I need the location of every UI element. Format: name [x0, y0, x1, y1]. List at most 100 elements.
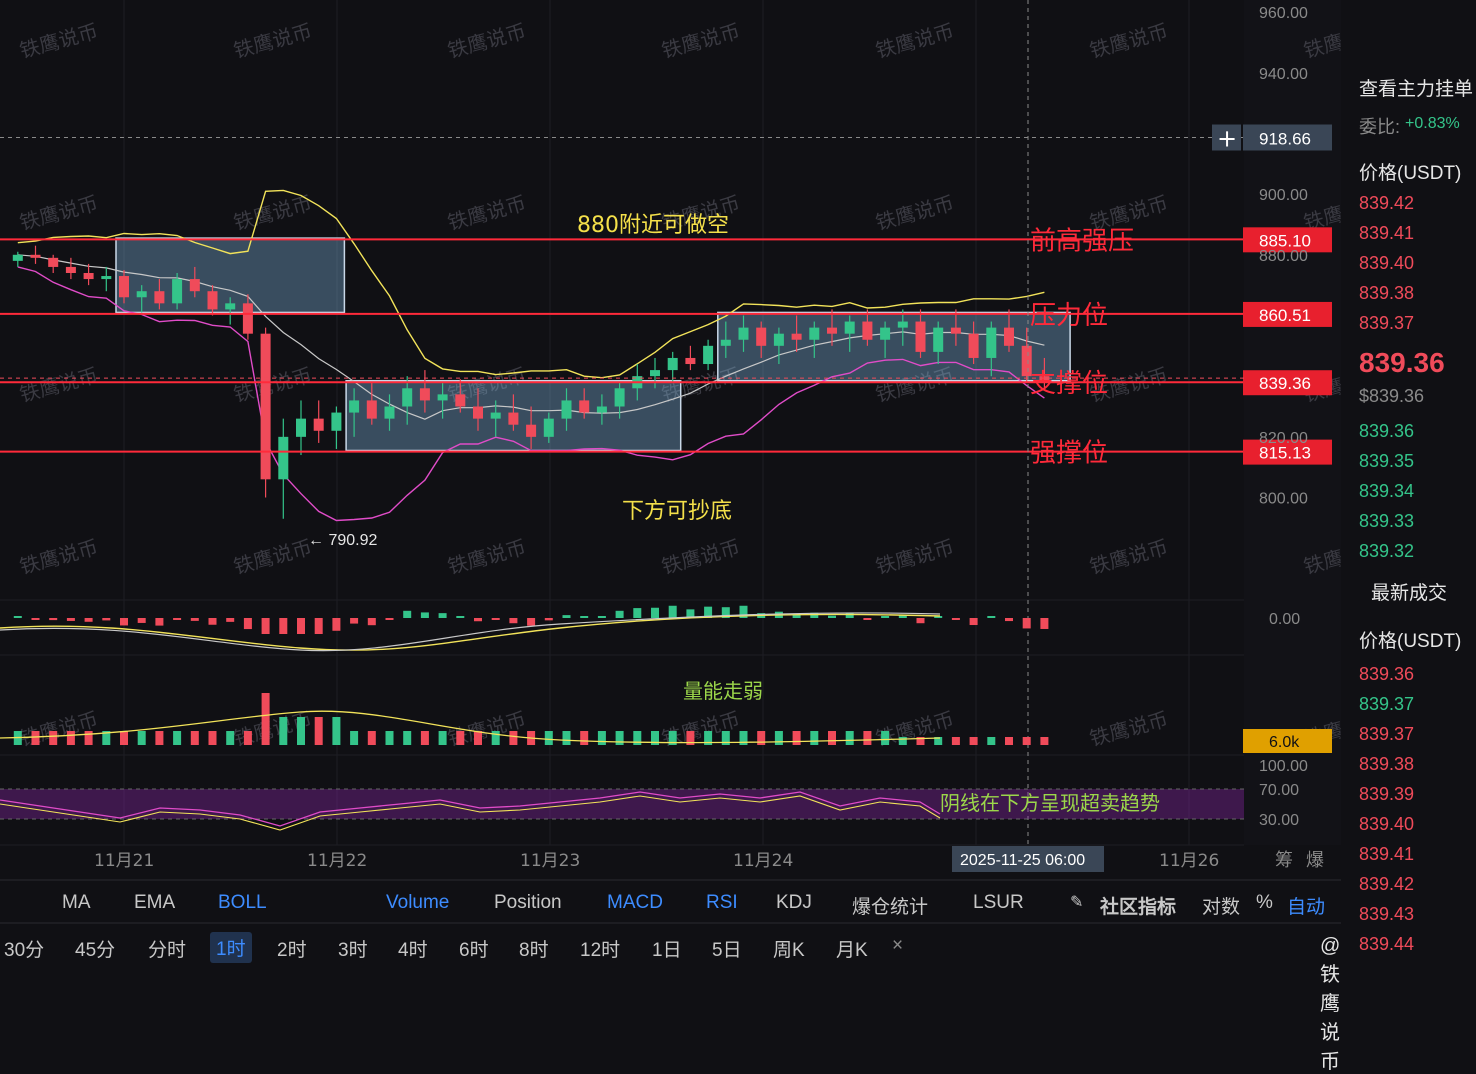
interval-30m[interactable]: 30分	[4, 935, 44, 962]
interval-45m[interactable]: 45分	[75, 935, 115, 962]
macd-bar	[13, 616, 22, 618]
volume-bar	[66, 731, 75, 745]
macd-bar	[633, 608, 642, 618]
interval-12h[interactable]: 12时	[580, 935, 620, 962]
price-chart[interactable]: 铁鹰说币 铁鹰说币 铁鹰说币 铁鹰说币 铁鹰说币 铁鹰说币 铁鹰说币铁鹰说币 铁鹰说币 铁鹰说币…	[0, 0, 1341, 983]
volume-bar	[403, 731, 412, 745]
volume-bar	[84, 731, 93, 745]
macd-bar	[243, 618, 252, 630]
indicator-ma[interactable]: MA	[62, 892, 91, 914]
bid-row[interactable]: 839.34	[1359, 481, 1414, 502]
interval-6h[interactable]: 6时	[459, 935, 489, 962]
interval-4h[interactable]: 4时	[398, 935, 428, 962]
ask-row[interactable]: 839.42	[1359, 193, 1414, 214]
macd-bar	[668, 605, 677, 618]
brand-logo: @铁鹰说币	[1320, 935, 1341, 1073]
trade-row[interactable]: 839.39	[1359, 784, 1414, 805]
price-tick: 880.00	[1259, 248, 1308, 265]
indicator-macd[interactable]: MACD	[607, 892, 663, 914]
interval-2h[interactable]: 2时	[277, 935, 307, 962]
candle-body	[950, 327, 961, 334]
volume-bar	[828, 731, 836, 745]
trade-row[interactable]: 839.43	[1359, 904, 1414, 925]
candle-body	[242, 303, 253, 334]
volume-bar	[332, 717, 341, 745]
trade-row[interactable]: 839.42	[1359, 874, 1414, 895]
macd-bar	[881, 616, 890, 618]
edit-icon[interactable]: ✎	[1070, 892, 1083, 912]
candle-body	[809, 327, 820, 340]
indicator-position[interactable]: Position	[494, 892, 562, 914]
volume-bar	[190, 731, 199, 745]
interval-week[interactable]: 周K	[773, 935, 805, 962]
close-icon[interactable]: ×	[892, 935, 903, 957]
interval-month[interactable]: 月K	[836, 935, 868, 962]
trade-row[interactable]: 839.37	[1359, 724, 1414, 745]
volume-bar	[1040, 737, 1049, 745]
trade-row[interactable]: 839.36	[1359, 664, 1414, 685]
volume-bar	[544, 731, 553, 745]
macd-bar	[190, 618, 199, 621]
volume-bar	[969, 737, 978, 745]
trade-row[interactable]: 839.40	[1359, 814, 1414, 835]
candle-body	[402, 388, 413, 407]
volume-bar	[226, 731, 235, 745]
indicator-boll[interactable]: BOLL	[218, 892, 267, 914]
indicator-volume[interactable]: Volume	[386, 892, 449, 914]
trade-row[interactable]: 839.38	[1359, 754, 1414, 775]
candle-body	[685, 357, 696, 365]
percent-toggle[interactable]: %	[1256, 892, 1273, 914]
time-tick: 11月21	[94, 851, 154, 871]
candle-body	[791, 333, 802, 340]
interval-5d[interactable]: 5日	[712, 935, 742, 962]
interval-1d[interactable]: 1日	[652, 935, 682, 962]
ask-row[interactable]: 839.40	[1359, 253, 1414, 274]
indicator-liquidation[interactable]: 爆仓统计	[852, 892, 928, 919]
community-indicators[interactable]: 社区指标	[1100, 892, 1176, 919]
indicator-kdj[interactable]: KDJ	[776, 892, 812, 914]
macd-bar	[297, 618, 305, 634]
interval-3h[interactable]: 3时	[338, 935, 368, 962]
indicator-ema[interactable]: EMA	[134, 892, 175, 914]
crosshair-time: 2025-11-25 06:00	[960, 852, 1085, 869]
volume-bar	[137, 731, 146, 745]
macd-bar	[84, 618, 93, 622]
macd-bar	[350, 618, 359, 624]
volume-bar	[987, 737, 996, 745]
candle-body	[349, 400, 360, 413]
interval-timeshare[interactable]: 分时	[148, 935, 186, 962]
bid-row[interactable]: 839.35	[1359, 451, 1414, 472]
candle-body	[650, 370, 660, 377]
bid-row[interactable]: 839.36	[1359, 421, 1414, 442]
log-scale-toggle[interactable]: 对数	[1202, 892, 1240, 919]
indicator-rsi[interactable]: RSI	[706, 892, 738, 914]
candle-body	[384, 406, 395, 419]
candle-body	[419, 388, 430, 401]
candle-body	[172, 279, 183, 304]
volume-bar	[155, 731, 164, 745]
trade-row[interactable]: 839.37	[1359, 694, 1414, 715]
trade-row[interactable]: 839.41	[1359, 844, 1414, 865]
macd-bar	[226, 618, 235, 622]
volume-bar	[243, 731, 252, 745]
macd-bar	[456, 616, 465, 618]
indicator-lsur[interactable]: LSUR	[973, 892, 1024, 914]
volume-bar	[757, 731, 766, 745]
candle-body	[827, 327, 837, 334]
main-orders-title[interactable]: 查看主力挂单	[1359, 74, 1473, 101]
interval-8h[interactable]: 8时	[519, 935, 549, 962]
level-label: 压力位	[1030, 301, 1108, 331]
ask-row[interactable]: 839.38	[1359, 283, 1414, 304]
ratio-label: 委比:	[1359, 117, 1401, 137]
auto-scale-toggle[interactable]: 自动	[1287, 892, 1325, 919]
bid-row[interactable]: 839.33	[1359, 511, 1414, 532]
volume-bar	[385, 731, 394, 745]
bid-row[interactable]: 839.32	[1359, 541, 1414, 562]
trade-row[interactable]: 839.44	[1359, 934, 1414, 955]
macd-bar	[367, 618, 376, 626]
ask-row[interactable]: 839.41	[1359, 223, 1414, 244]
ask-row[interactable]: 839.37	[1359, 313, 1414, 334]
interval-1h[interactable]: 1时	[210, 932, 252, 963]
trades-title[interactable]: 最新成交	[1371, 578, 1447, 605]
candle-body	[12, 254, 23, 261]
